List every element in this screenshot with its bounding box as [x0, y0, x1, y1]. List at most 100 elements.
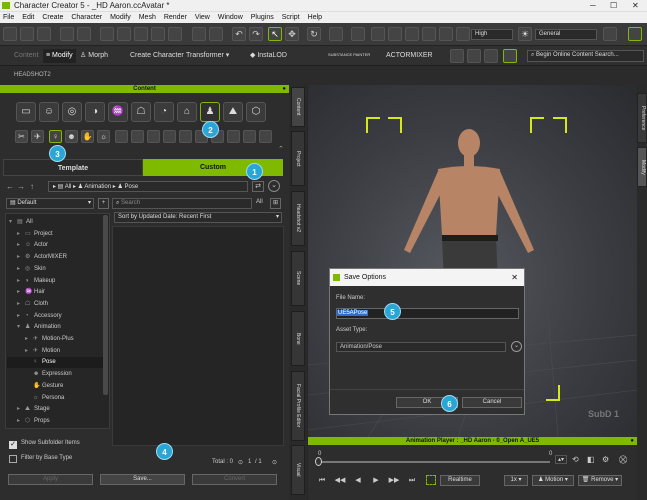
swap-view-icon[interactable]: ⇄ [252, 181, 264, 192]
side-tab-modify[interactable]: Modify [637, 147, 647, 187]
expand-arrow-icon[interactable]: ▸ [25, 334, 33, 345]
tree-item-all[interactable]: ▾ ▤ All [7, 217, 103, 228]
new-icon[interactable] [3, 27, 17, 41]
create-character-button[interactable]: Create Character [130, 46, 184, 66]
pose-icon[interactable]: ♀ [49, 130, 62, 143]
transformer-button[interactable]: Transformer ▾ [186, 46, 229, 66]
speed-select[interactable]: 1x ▾ [504, 475, 528, 486]
motion-icon[interactable] [168, 27, 182, 41]
tree-item-motion-plus[interactable]: ▸ ✈ Motion-Plus [7, 334, 103, 345]
snap-icon[interactable] [351, 27, 365, 41]
stage-icon[interactable]: ⛰ [223, 102, 243, 122]
animation-icon[interactable]: ♟ [200, 102, 220, 122]
scale-icon[interactable] [329, 27, 343, 41]
sort-select[interactable]: Sort by Updated Date: Recent First ▾ [114, 212, 282, 223]
record-icon[interactable]: ⛒ [619, 455, 627, 465]
camera-icon[interactable] [209, 27, 223, 41]
tree-item-cloth[interactable]: ▸ ☖ Cloth [7, 299, 103, 310]
side-tab-scene[interactable]: Scene [291, 251, 305, 306]
dialog-close-icon[interactable]: ✕ [511, 269, 518, 286]
side-tab-headshot[interactable]: Headshot v2 [291, 191, 305, 246]
import-icon[interactable] [60, 27, 74, 41]
pan-icon[interactable] [405, 27, 419, 41]
forward-icon[interactable]: → [17, 182, 25, 191]
hair-icon[interactable]: ♒ [108, 102, 128, 122]
content-tool-button[interactable]: Content [14, 46, 39, 66]
panel-toggle-icon[interactable] [628, 27, 642, 41]
plugin-icon[interactable] [450, 49, 464, 63]
page-number[interactable]: 1 [248, 459, 251, 465]
tree-item-actor[interactable]: ▸ ☺ Actor [7, 240, 103, 251]
up-icon[interactable]: ↑ [30, 182, 34, 191]
cancel-button[interactable]: Cancel [462, 397, 522, 408]
breadcrumb-pose[interactable]: Pose [125, 184, 139, 190]
minimize-icon[interactable]: ─ [590, 0, 596, 11]
slot-1[interactable] [115, 130, 128, 143]
skin-icon[interactable]: ◎ [62, 102, 82, 122]
breadcrumb-all[interactable]: All [65, 184, 72, 190]
expression-icon[interactable]: ☻ [65, 130, 78, 143]
select-icon[interactable]: ↖ [268, 27, 282, 41]
save-icon[interactable] [37, 27, 51, 41]
cloth-icon[interactable]: ☖ [131, 102, 151, 122]
menu-modify[interactable]: Modify [110, 12, 131, 23]
slot-3[interactable] [147, 130, 160, 143]
maximize-icon[interactable]: ☐ [610, 0, 617, 11]
pose-icon[interactable] [151, 27, 165, 41]
next-page-icon[interactable]: ⊙ [272, 459, 277, 466]
redo-icon[interactable]: ↷ [249, 27, 263, 41]
breadcrumb-animation[interactable]: Animation [84, 184, 111, 190]
open-icon[interactable] [20, 27, 34, 41]
side-tab-facial-profile[interactable]: Facial Profile Editor [291, 371, 305, 441]
tree-item-skin[interactable]: ▸ ◎ Skin [7, 264, 103, 275]
character-icon[interactable] [100, 27, 114, 41]
tree-scrollbar[interactable] [103, 215, 108, 395]
light-icon[interactable]: ☀ [518, 27, 532, 41]
slot-5[interactable] [179, 130, 192, 143]
breadcrumb[interactable]: ▸ ▤ All ▸ ♟ Animation ▸ ♟ Pose [48, 181, 248, 192]
expand-arrow-icon[interactable]: ▸ [17, 252, 25, 263]
prev-frame-icon[interactable]: ◀◀ [334, 475, 346, 486]
marketplace-icon[interactable] [503, 49, 517, 63]
loop-icon[interactable]: ⟲ [572, 455, 579, 464]
search-input[interactable]: ⌕ Search [112, 198, 252, 209]
collapse-icon[interactable]: ⌃ [278, 145, 284, 153]
expand-arrow-icon[interactable]: ▸ [17, 311, 25, 322]
makeup-icon[interactable]: ◑ [85, 102, 105, 122]
menu-help[interactable]: Help [308, 12, 322, 23]
tree-item-pose[interactable]: ♀ Pose [7, 357, 103, 369]
apply-button[interactable]: Apply [8, 474, 93, 485]
tree-item-makeup[interactable]: ▸ ◑ Makeup [7, 276, 103, 287]
save-button[interactable]: Save... [100, 474, 185, 485]
mode-select[interactable]: General [535, 29, 597, 40]
actormixer-button[interactable]: ACTORMIXER [386, 46, 433, 66]
expand-arrow-icon[interactable]: ▾ [17, 322, 25, 333]
go-end-icon[interactable]: ⏭ [406, 475, 418, 486]
render-icon[interactable] [192, 27, 206, 41]
filter-add-icon[interactable]: + [98, 198, 109, 209]
menu-file[interactable]: File [3, 12, 14, 23]
headshot-label[interactable]: HEADSHOT2 [14, 72, 51, 78]
export-icon[interactable] [77, 27, 91, 41]
tab-template[interactable]: Template [3, 159, 143, 176]
range-icon[interactable] [426, 475, 436, 485]
undo-icon[interactable]: ↶ [232, 27, 246, 41]
modify-tool-button[interactable]: ≡ Modify [43, 49, 76, 63]
expand-arrow-icon[interactable]: ▸ [17, 240, 25, 251]
go-start-icon[interactable]: ⏮ [316, 475, 328, 486]
chair-icon[interactable]: ⌂ [177, 102, 197, 122]
folder-icon[interactable]: ▭ [16, 102, 36, 122]
search-scope[interactable]: All [256, 199, 263, 205]
expand-arrow-icon[interactable]: ▸ [17, 287, 25, 298]
menu-render[interactable]: Render [164, 12, 187, 23]
asset-type-dropdown-icon[interactable]: ⌄ [511, 341, 522, 352]
side-tab-content[interactable]: Content [291, 87, 305, 127]
props-icon[interactable]: ⬡ [246, 102, 266, 122]
file-name-field[interactable]: UE5APose [336, 308, 519, 319]
side-tab-bone[interactable]: Bone [291, 311, 305, 366]
tree-item-animation[interactable]: ▾ ♟ Animation [7, 322, 103, 333]
timeline-playhead[interactable] [315, 457, 322, 466]
headshot-icon[interactable] [134, 27, 148, 41]
plugin3-icon[interactable] [484, 49, 498, 63]
tree-item-gesture[interactable]: ✋ Gesture [7, 381, 103, 392]
